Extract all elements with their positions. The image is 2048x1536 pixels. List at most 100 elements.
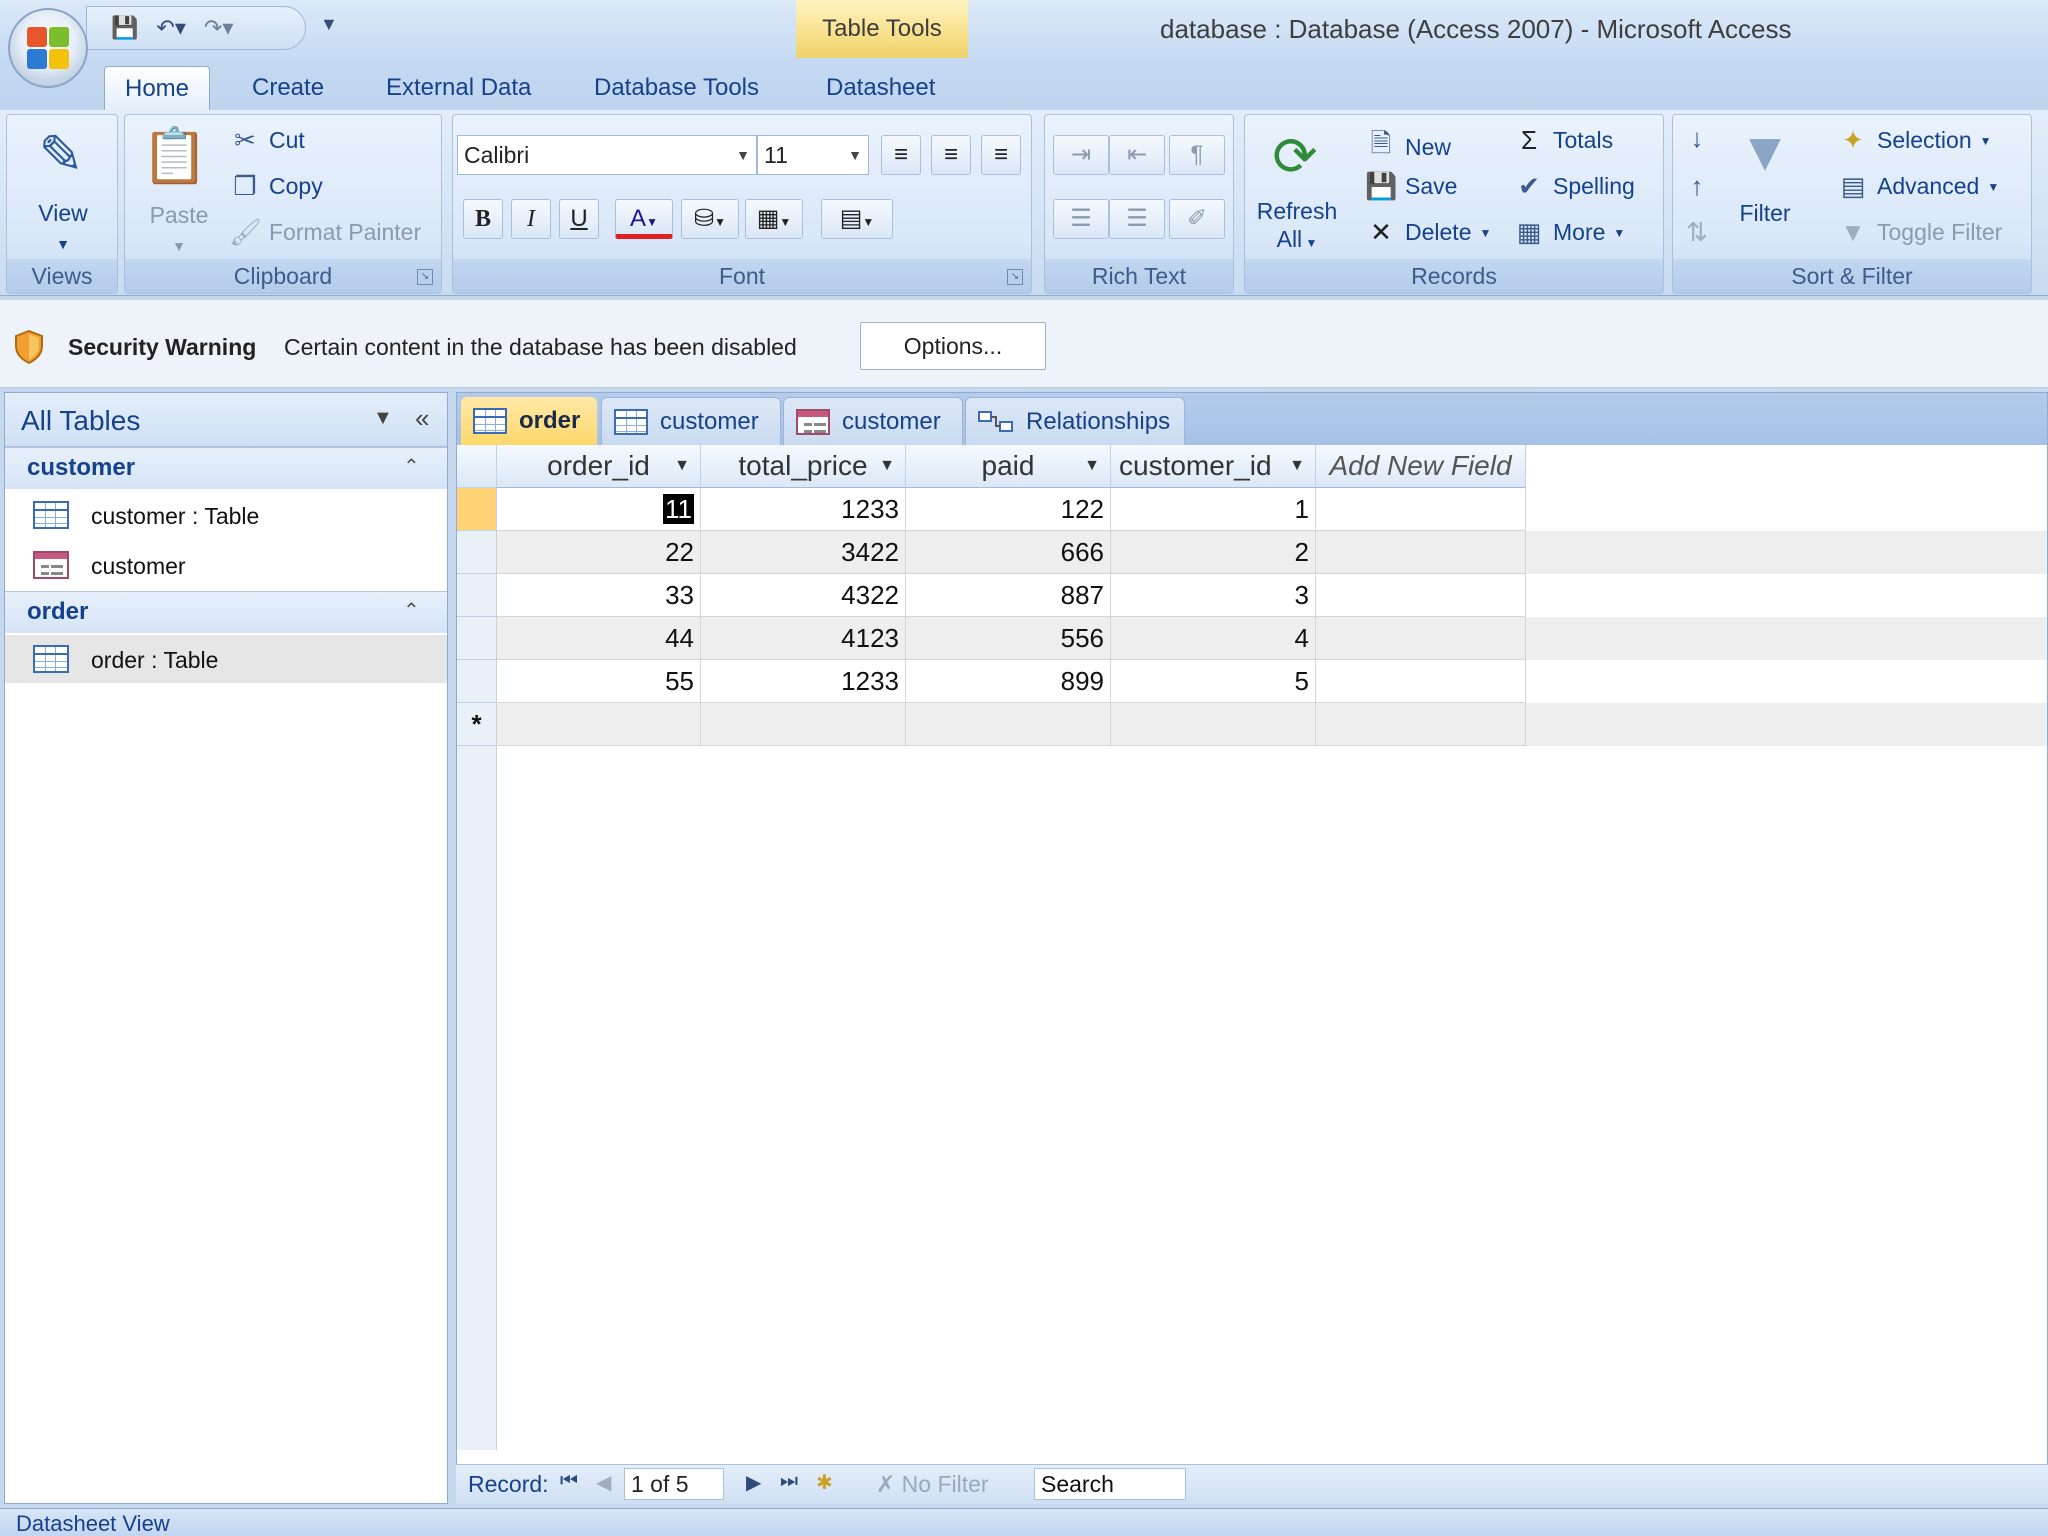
nav-group-customer[interactable]: customer ⌃ — [5, 447, 447, 489]
more-button[interactable]: ▦ More ▼ — [1513, 217, 1626, 248]
cell-add-new-field[interactable] — [1316, 488, 1526, 531]
new-record-selector[interactable]: * — [457, 703, 497, 746]
clipboard-launcher-icon[interactable]: ↘ — [417, 269, 433, 285]
paste-icon[interactable]: 📋 — [139, 125, 211, 188]
filter-button[interactable]: Filter — [1725, 199, 1805, 227]
table-row[interactable]: 33 4322 887 3 — [457, 574, 2047, 617]
gridlines-button[interactable]: ▦▼ — [745, 199, 803, 239]
table-row[interactable]: 55 1233 899 5 — [457, 660, 2047, 703]
previous-record-icon[interactable]: ◀ — [596, 1470, 611, 1495]
customize-qat-icon[interactable]: ▼ — [320, 14, 338, 35]
nav-item-customer-table[interactable]: customer : Table — [5, 491, 447, 539]
cell-order-id[interactable]: 11 — [497, 488, 701, 531]
nav-group-order[interactable]: order ⌃ — [5, 591, 447, 633]
cell-customer-id[interactable]: 1 — [1111, 488, 1316, 531]
collapse-pane-icon[interactable]: « — [415, 403, 429, 434]
record-selector[interactable] — [457, 574, 497, 617]
first-record-icon[interactable]: ⏮ — [560, 1470, 578, 1493]
align-right-button[interactable]: ≡ — [981, 135, 1021, 175]
tab-database-tools[interactable]: Database Tools — [574, 66, 779, 110]
cell-paid[interactable] — [906, 703, 1111, 746]
doc-tab-customer-form[interactable]: customer — [783, 397, 963, 445]
cell-customer-id[interactable]: 5 — [1111, 660, 1316, 703]
clear-sort-button[interactable]: ⇅ — [1681, 217, 1713, 248]
underline-button[interactable]: U — [559, 199, 599, 239]
refresh-icon[interactable]: ⟳ — [1259, 125, 1331, 188]
undo-icon[interactable]: ↶▾ — [156, 15, 185, 41]
cell-customer-id[interactable]: 2 — [1111, 531, 1316, 574]
font-size-select[interactable]: 11 ▼ — [757, 135, 869, 175]
italic-button[interactable]: I — [511, 199, 551, 239]
nav-item-customer-form[interactable]: customer — [5, 541, 447, 589]
save-record-button[interactable]: 💾 Save — [1365, 171, 1457, 202]
table-row[interactable]: 22 3422 666 2 — [457, 531, 2047, 574]
doc-tab-order[interactable]: order — [461, 397, 597, 445]
cell-customer-id[interactable] — [1111, 703, 1316, 746]
cell-total-price[interactable]: 4322 — [701, 574, 906, 617]
doc-tab-relationships[interactable]: Relationships — [965, 397, 1185, 445]
paste-button[interactable]: Paste ▼ — [131, 201, 227, 260]
font-family-select[interactable]: Calibri ▼ — [457, 135, 757, 175]
cut-button[interactable]: ✂ Cut — [229, 125, 305, 156]
cell-customer-id[interactable]: 4 — [1111, 617, 1316, 660]
record-selector[interactable] — [457, 660, 497, 703]
doc-tab-customer-table[interactable]: customer — [601, 397, 781, 445]
cell-add-new-field[interactable] — [1316, 617, 1526, 660]
advanced-button[interactable]: ▤ Advanced ▼ — [1837, 171, 2000, 202]
cell-add-new-field[interactable] — [1316, 703, 1526, 746]
tab-external-data[interactable]: External Data — [366, 66, 551, 110]
nav-pane-header[interactable]: All Tables ▼ « — [5, 393, 447, 447]
font-launcher-icon[interactable]: ↘ — [1007, 269, 1023, 285]
align-left-button[interactable]: ≡ — [881, 135, 921, 175]
highlight-button[interactable]: ✐ — [1169, 199, 1225, 239]
view-icon[interactable]: ✎ — [25, 123, 97, 186]
tab-create[interactable]: Create — [232, 66, 344, 110]
chevron-down-icon[interactable]: ▼ — [674, 445, 690, 487]
cell-total-price[interactable]: 1233 — [701, 488, 906, 531]
chevron-down-icon[interactable]: ▼ — [1289, 445, 1305, 487]
cell-paid[interactable]: 666 — [906, 531, 1111, 574]
new-record-button[interactable]: 🗎 New — [1365, 125, 1451, 169]
table-row[interactable]: 11 1233 122 1 — [457, 488, 2047, 531]
cell-paid[interactable]: 556 — [906, 617, 1111, 660]
paragraph-direction-button[interactable]: ¶ — [1169, 135, 1225, 175]
redo-icon[interactable]: ↷▾ — [204, 15, 233, 41]
cell-total-price[interactable]: 3422 — [701, 531, 906, 574]
chevron-up-icon[interactable]: ⌃ — [403, 454, 420, 479]
record-selector[interactable] — [457, 531, 497, 574]
chevron-down-icon[interactable]: ▼ — [879, 445, 895, 487]
cell-paid[interactable]: 887 — [906, 574, 1111, 617]
copy-button[interactable]: ❐ Copy — [229, 171, 322, 202]
new-record-row[interactable]: * — [457, 703, 2047, 746]
cell-order-id[interactable]: 44 — [497, 617, 701, 660]
cell-paid[interactable]: 899 — [906, 660, 1111, 703]
sort-descending-button[interactable]: ↑ — [1681, 171, 1713, 202]
column-header-paid[interactable]: paid ▼ — [906, 445, 1111, 488]
tab-datasheet[interactable]: Datasheet — [806, 66, 955, 110]
cell-order-id[interactable] — [497, 703, 701, 746]
funnel-icon[interactable]: ▼ — [1729, 121, 1801, 183]
cell-order-id[interactable]: 55 — [497, 660, 701, 703]
cell-add-new-field[interactable] — [1316, 660, 1526, 703]
font-color-button[interactable]: A▼ — [615, 199, 673, 239]
chevron-down-icon[interactable]: ▼ — [373, 407, 393, 430]
bullets-button[interactable]: ☰ — [1109, 199, 1165, 239]
cell-paid[interactable]: 122 — [906, 488, 1111, 531]
refresh-all-button[interactable]: Refresh All ▼ — [1249, 197, 1345, 257]
format-painter-button[interactable]: 🖌 Format Painter — [229, 217, 421, 248]
cell-order-id[interactable]: 22 — [497, 531, 701, 574]
options-button[interactable]: Options... — [860, 322, 1046, 370]
chevron-down-icon[interactable]: ▼ — [1084, 445, 1100, 487]
record-selector[interactable] — [457, 488, 497, 531]
office-button[interactable] — [8, 8, 88, 88]
cell-total-price[interactable]: 1233 — [701, 660, 906, 703]
select-all-cell[interactable] — [457, 445, 497, 488]
cell-total-price[interactable]: 4123 — [701, 617, 906, 660]
cell-add-new-field[interactable] — [1316, 531, 1526, 574]
column-header-order-id[interactable]: order_id ▼ — [497, 445, 701, 488]
fill-color-button[interactable]: ⛁▼ — [681, 199, 739, 239]
table-row[interactable]: 44 4123 556 4 — [457, 617, 2047, 660]
cell-customer-id[interactable]: 3 — [1111, 574, 1316, 617]
view-button[interactable]: View ▼ — [7, 199, 119, 258]
spelling-button[interactable]: ✔ Spelling — [1513, 171, 1635, 202]
